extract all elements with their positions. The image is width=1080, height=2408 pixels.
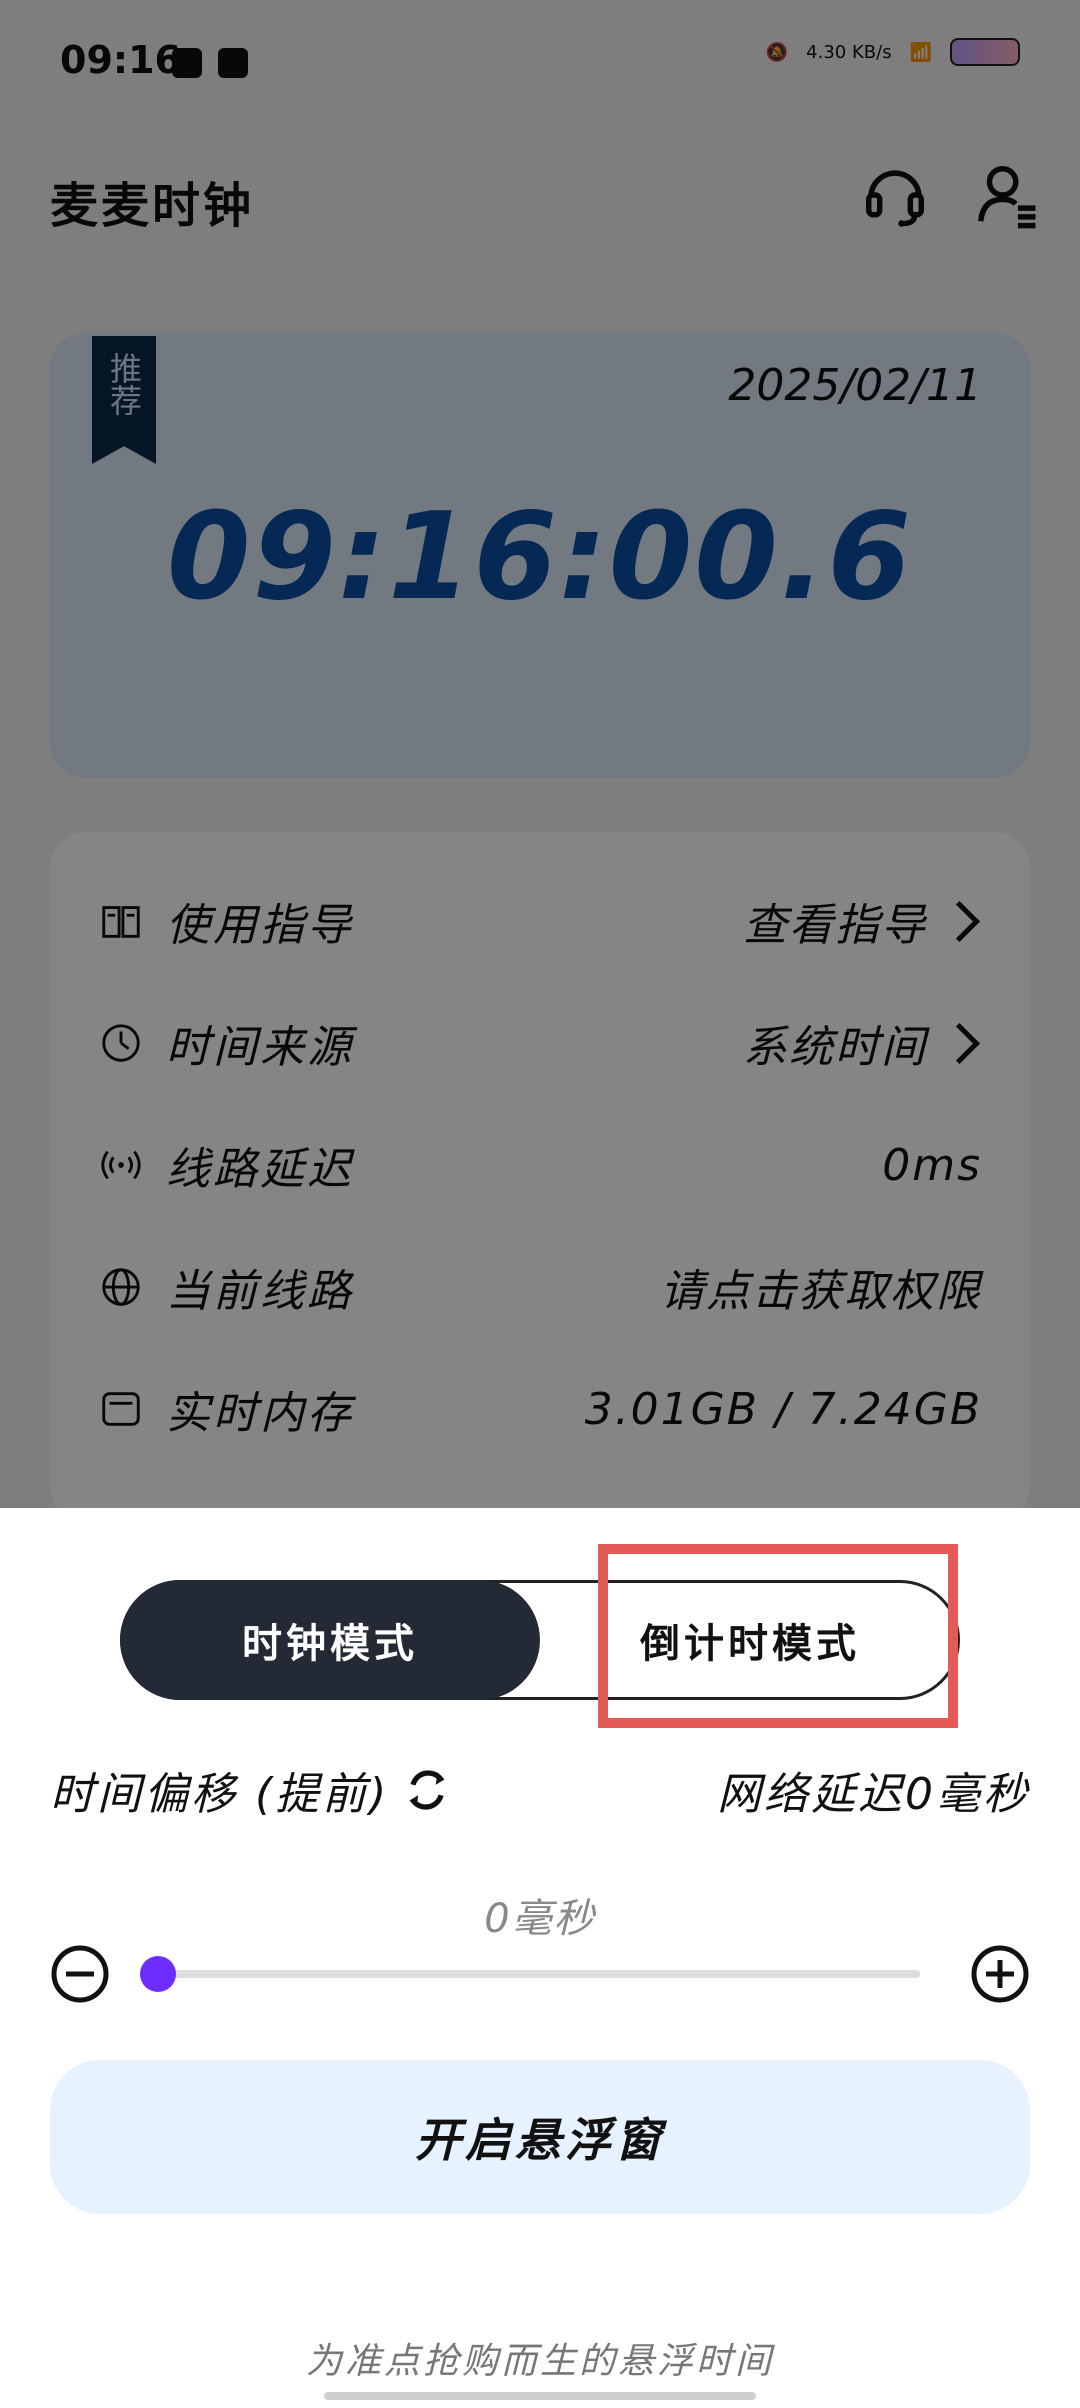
open-floating-window-button[interactable]: 开启悬浮窗 [50,2060,1030,2214]
refresh-icon[interactable] [399,1762,455,1818]
offset-slider-track[interactable] [158,1970,920,1978]
time-offset-label: 时间偏移 (提前) [50,1769,390,1820]
network-delay-text: 网络延迟0毫秒 [717,1769,1030,1820]
modal-overlay[interactable] [0,0,1080,1508]
minus-circle-icon[interactable] [50,1944,110,2004]
slider-value: 0毫秒 [484,1896,596,1942]
offset-row: 时间偏移 (提前) 网络延迟0毫秒 [50,1750,1030,1830]
plus-circle-icon[interactable] [970,1944,1030,2004]
highlight-box [598,1544,958,1728]
home-indicator[interactable] [324,2392,756,2400]
clock-mode-button[interactable]: 时钟模式 [120,1580,540,1700]
offset-slider-thumb[interactable] [140,1956,176,1992]
footer-tagline: 为准点抢购而生的悬浮时间 [305,2341,774,2382]
